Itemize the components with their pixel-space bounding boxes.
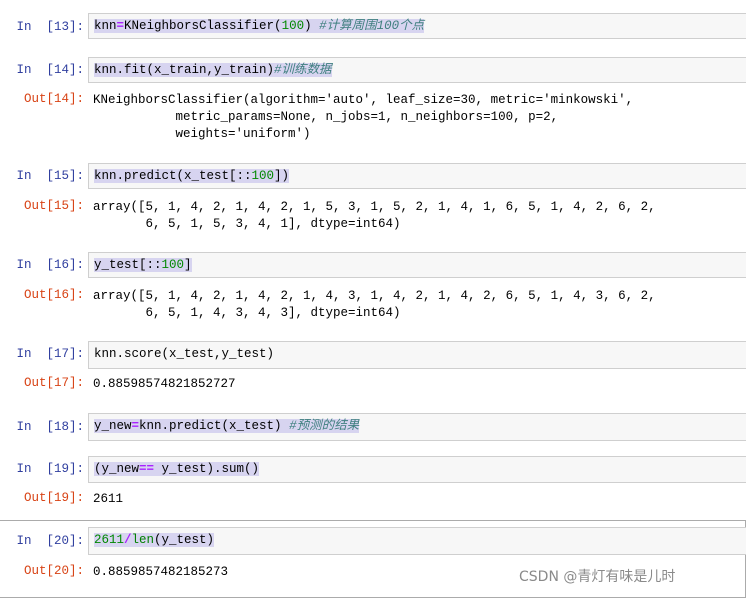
in-prompt: In [13]: — [16, 20, 84, 34]
code-token: (y_test) — [154, 533, 215, 547]
code-operator: = — [116, 19, 125, 33]
code-operator: / — [124, 533, 132, 547]
in-prompt: In [20]: — [16, 534, 84, 548]
code-token: KNeighborsClassifier( — [124, 19, 282, 33]
code-token: y_test).sum() — [154, 462, 260, 476]
cell-output: array([5, 1, 4, 2, 1, 4, 2, 1, 4, 3, 1, … — [93, 289, 656, 320]
code-token: knn.score(x_test,y_test) — [94, 347, 275, 361]
code-input[interactable]: 2611/len(y_test) — [88, 527, 746, 555]
code-number: 2611 — [94, 533, 125, 547]
code-token: y_new — [94, 419, 132, 433]
out-prompt: Out[19]: — [23, 491, 84, 505]
code-input[interactable]: y_test[::100] — [88, 252, 746, 278]
code-operator: = — [131, 419, 140, 433]
watermark: CSDN @青灯有味是儿时 — [519, 569, 676, 585]
code-comment: #训练数据 — [274, 63, 332, 77]
code-number: 100 — [251, 169, 275, 183]
cell-output: array([5, 1, 4, 2, 1, 4, 2, 1, 5, 3, 1, … — [93, 200, 656, 231]
cell-output: 0.8859857482185273 — [93, 565, 229, 579]
code-input[interactable]: knn.fit(x_train,y_train)#训练数据 — [88, 57, 746, 83]
code-token: y_test[:: — [94, 258, 162, 272]
code-operator: == — [139, 462, 155, 476]
code-token — [311, 19, 320, 33]
out-prompt: Out[20]: — [23, 564, 84, 578]
code-number: 100 — [281, 19, 305, 33]
in-prompt: In [17]: — [16, 347, 84, 361]
cell-output: KNeighborsClassifier(algorithm='auto', l… — [93, 93, 634, 141]
code-token: ] — [184, 258, 192, 272]
out-prompt: Out[16]: — [23, 288, 84, 302]
in-prompt: In [14]: — [16, 63, 84, 77]
code-token: (y_new — [94, 462, 140, 476]
code-input[interactable]: knn.score(x_test,y_test) — [88, 341, 746, 369]
cell-output: 0.88598574821852727 — [93, 377, 236, 391]
out-prompt: Out[14]: — [23, 92, 84, 106]
code-comment: #预测的结果 — [289, 419, 360, 433]
out-prompt: Out[17]: — [23, 376, 84, 390]
in-prompt: In [18]: — [16, 420, 84, 434]
code-input[interactable]: knn.predict(x_test[::100]) — [88, 163, 746, 189]
out-prompt: Out[15]: — [23, 199, 84, 213]
code-token: knn.fit(x_train,y_train) — [94, 63, 275, 77]
in-prompt: In [16]: — [16, 258, 84, 272]
code-builtin: len — [131, 533, 155, 547]
code-number: 100 — [161, 258, 185, 272]
code-token: ]) — [274, 169, 290, 183]
in-prompt: In [15]: — [16, 169, 84, 183]
code-input[interactable]: (y_new== y_test).sum() — [88, 456, 746, 483]
code-input[interactable]: knn=KNeighborsClassifier(100) #计算周围100个点 — [88, 13, 746, 39]
code-input[interactable]: y_new=knn.predict(x_test) #预测的结果 — [88, 413, 746, 441]
in-prompt: In [19]: — [16, 462, 84, 476]
cell-output: 2611 — [93, 492, 124, 506]
code-comment: #计算周围100个点 — [319, 19, 425, 33]
code-token: knn — [94, 19, 117, 33]
code-token: ) — [304, 19, 312, 33]
code-token: knn.predict(x_test) — [139, 419, 290, 433]
code-token: knn.predict(x_test[:: — [94, 169, 252, 183]
